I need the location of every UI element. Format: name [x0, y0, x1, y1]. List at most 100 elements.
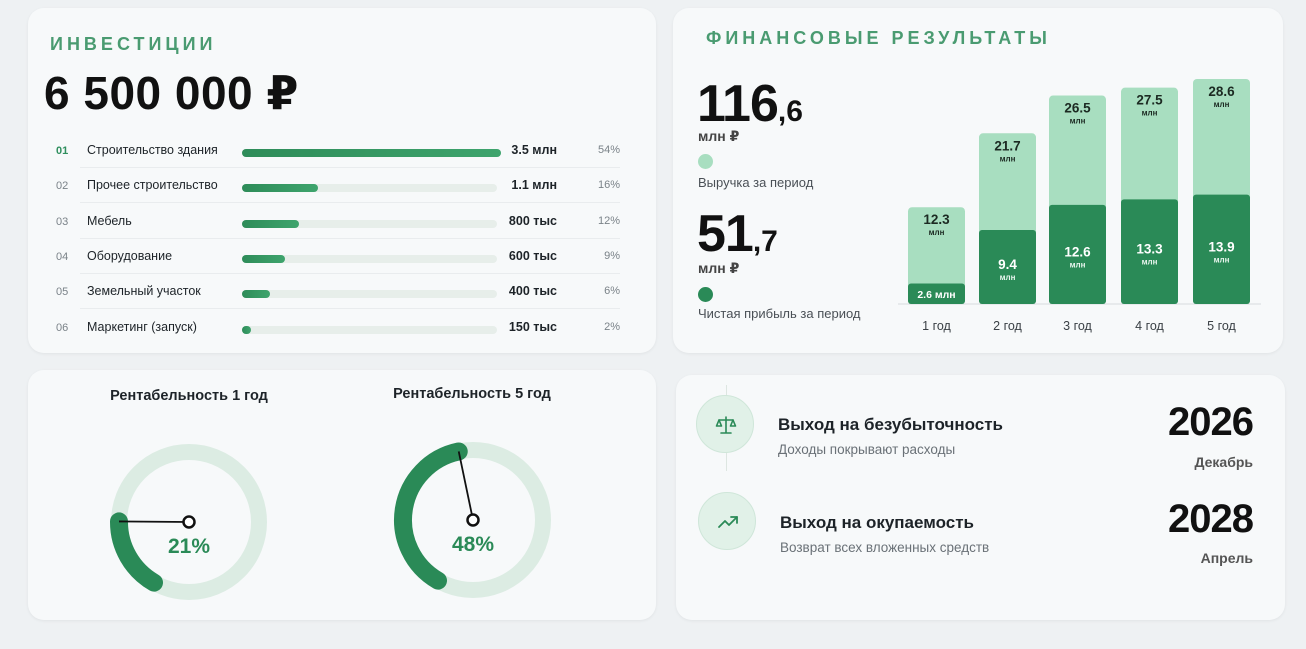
- milestone-1-month: Декабрь: [1194, 454, 1253, 470]
- finance-bar-chart: 12.3млн2.6 млн1 год21.7млн9.4млн2 год26.…: [898, 79, 1261, 333]
- revenue-int: 116: [697, 75, 779, 133]
- investment-value: 150 тыс: [508, 319, 557, 334]
- gauge-value-arc: [394, 442, 468, 590]
- gauge-value-label: 48%: [452, 533, 494, 556]
- investment-bar-track: [242, 219, 497, 228]
- investment-row: 06 Маркетинг (запуск) 150 тыс 2%: [28, 311, 656, 345]
- x-tick-label: 2 год: [993, 319, 1022, 333]
- investment-value: 800 тыс: [508, 213, 557, 228]
- investment-bar-fill: [242, 149, 501, 157]
- investment-index: 04: [56, 250, 69, 263]
- investment-bar-track: [242, 254, 497, 263]
- gauge-needle: [118, 520, 190, 523]
- x-tick-label: 5 год: [1207, 319, 1236, 333]
- investment-bar-fill: [242, 325, 251, 334]
- revenue-dec: ,6: [777, 95, 803, 128]
- profit-total: 51,7: [697, 204, 778, 264]
- investment-index: 06: [56, 321, 69, 334]
- finance-card: ФИНАНСОВЫЕ РЕЗУЛЬТАТЫ 116,6 млн ₽ Выручк…: [673, 8, 1283, 353]
- investment-percent: 54%: [597, 144, 620, 156]
- profit-value-label: 13.9: [1208, 239, 1234, 254]
- gauge-needle: [457, 451, 474, 521]
- row-divider: [80, 272, 620, 274]
- investment-row: 05 Земельный участок 400 тыс 6%: [28, 275, 656, 310]
- investment-index: 02: [56, 180, 69, 193]
- investment-value: 1.1 млн: [511, 178, 557, 193]
- milestone-1-icon-wrap: [696, 395, 754, 453]
- profitability-card: Рентабельность 1 год Рентабельность 5 го…: [28, 370, 656, 620]
- investment-index: 01: [56, 145, 69, 157]
- milestone-1-year: 2026: [1168, 400, 1254, 444]
- revenue-legend-label: Выручка за период: [698, 175, 814, 190]
- milestone-2-month: Апрель: [1200, 550, 1253, 566]
- milestones-card: Выход на безубыточность Доходы покрывают…: [676, 375, 1285, 620]
- investment-percent: 2%: [604, 320, 620, 333]
- investment-value: 400 тыс: [508, 284, 557, 299]
- gauge-value-arc: [110, 512, 163, 592]
- milestone-2-subtitle: Возврат всех вложенных средств: [780, 540, 990, 555]
- revenue-unit-label: млн: [929, 228, 945, 237]
- x-tick-label: 4 год: [1135, 319, 1164, 333]
- investment-percent: 6%: [604, 285, 620, 298]
- investment-percent: 9%: [604, 249, 620, 262]
- revenue-value-label: 21.7: [994, 138, 1020, 153]
- profit-unit-label: млн: [1070, 260, 1086, 269]
- revenue-total: 116,6: [697, 74, 803, 134]
- profit-unit-label: млн: [1000, 273, 1016, 282]
- investment-row: 03 Мебель 800 тыс 12%: [28, 205, 656, 239]
- gauge-1-title: Рентабельность 1 год: [110, 388, 268, 404]
- investment-bar-track: [242, 149, 501, 157]
- investment-label: Оборудование: [87, 248, 173, 263]
- revenue-value-label: 26.5: [1064, 101, 1091, 116]
- investment-value: 600 тыс: [508, 248, 557, 263]
- trend-up-icon: [718, 516, 738, 528]
- gauge-value-label: 21%: [168, 535, 210, 558]
- gauge-pivot: [466, 513, 480, 527]
- investment-index: 03: [56, 215, 69, 228]
- milestone-2-year: 2028: [1168, 497, 1254, 541]
- revenue-unit: млн ₽: [698, 128, 740, 144]
- milestone-1-title: Выход на безубыточность: [778, 415, 1003, 434]
- investment-bar-fill: [242, 219, 299, 228]
- profit-legend-label: Чистая прибыль за период: [698, 306, 861, 321]
- profit-unit-label: млн: [1142, 258, 1158, 267]
- profit-unit: млн ₽: [698, 260, 740, 276]
- gauge-2-title: Рентабельность 5 год: [393, 386, 551, 402]
- milestone-2-icon-wrap: [698, 492, 756, 550]
- investment-bar-fill: [242, 184, 318, 193]
- investment-bar-track: [242, 290, 497, 299]
- investment-row: 04 Оборудование 600 тыс 9%: [28, 240, 656, 274]
- investment-label: Маркетинг (запуск): [87, 319, 197, 334]
- profit-dec: ,7: [752, 225, 778, 258]
- investments-card: ИНВЕСТИЦИИ 6 500 000 ₽ 01 Строительство з…: [28, 8, 656, 353]
- row-divider: [80, 167, 620, 168]
- revenue-value-label: 12.3: [923, 212, 950, 227]
- investment-label: Строительство здания: [87, 143, 218, 157]
- row-divider: [80, 237, 620, 239]
- gauge-pivot: [182, 515, 196, 529]
- profit-legend-dot: [698, 287, 713, 302]
- revenue-unit-label: млн: [1142, 109, 1158, 118]
- investment-row: 01 Строительство здания 3.5 млн 54%: [28, 134, 656, 168]
- row-divider: [80, 202, 620, 204]
- revenue-unit-label: млн: [1000, 154, 1016, 163]
- revenue-legend-dot: [698, 154, 713, 169]
- gauge-2: 48%: [394, 442, 551, 598]
- revenue-value-label: 27.5: [1136, 93, 1163, 108]
- investment-value: 3.5 млн: [511, 143, 557, 157]
- profit-value-label: 12.6: [1064, 244, 1091, 259]
- profit-value-label: 2.6 млн: [917, 289, 955, 301]
- profit-unit-label: млн: [1214, 255, 1230, 264]
- investment-label: Прочее строительство: [87, 178, 218, 193]
- investment-percent: 12%: [597, 214, 620, 227]
- investment-bar-track: [242, 325, 497, 334]
- row-divider: [80, 308, 620, 310]
- x-tick-label: 1 год: [922, 319, 951, 333]
- profit-value-label: 13.3: [1136, 242, 1163, 257]
- investment-bar-fill: [242, 254, 285, 263]
- investments-total: 6 500 000 ₽: [44, 67, 299, 119]
- investment-percent: 16%: [597, 179, 620, 192]
- x-tick-label: 3 год: [1063, 319, 1092, 333]
- revenue-unit-label: млн: [1214, 100, 1230, 109]
- investment-index: 05: [56, 286, 69, 299]
